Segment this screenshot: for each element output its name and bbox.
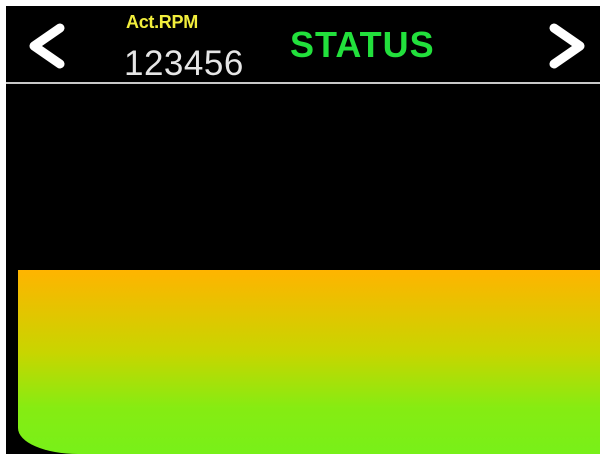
header-divider [6, 82, 600, 84]
level-gauge [18, 270, 600, 454]
header-bar: Act.RPM 123456 STATUS [6, 6, 600, 83]
next-page-button[interactable] [538, 18, 598, 74]
chevron-right-icon [549, 23, 585, 69]
level-gauge-fill [18, 270, 600, 454]
rpm-value: 123456 [124, 44, 244, 83]
rpm-label: Act.RPM [126, 12, 198, 32]
chevron-left-icon [29, 23, 65, 69]
previous-page-button[interactable] [16, 18, 76, 74]
status-title: STATUS [290, 24, 435, 65]
hmi-screen: Act.RPM 123456 STATUS [6, 6, 600, 454]
